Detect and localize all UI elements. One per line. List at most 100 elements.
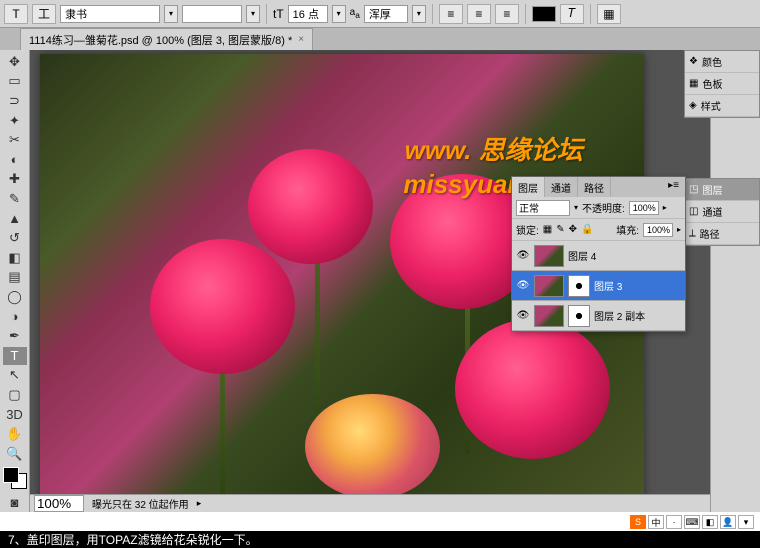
gradient-tool-icon[interactable]: ▤ bbox=[3, 269, 27, 287]
pen-tool-icon[interactable]: ✒ bbox=[3, 327, 27, 345]
ime-skin-icon[interactable]: ◧ bbox=[702, 515, 718, 529]
aa-label: aa bbox=[350, 7, 360, 20]
fill-label: 填充: bbox=[616, 222, 639, 237]
aa-dropdown-icon[interactable]: ▾ bbox=[412, 5, 426, 23]
layer-name: 图层 2 副本 bbox=[594, 308, 645, 323]
brush-tool-icon[interactable]: ✎ bbox=[3, 190, 27, 208]
layer-thumbnail[interactable] bbox=[534, 275, 564, 297]
layer-mask-thumbnail[interactable] bbox=[568, 305, 590, 327]
tab-channels[interactable]: 通道 bbox=[545, 177, 578, 197]
path-tool-icon[interactable]: ↖ bbox=[3, 367, 27, 385]
layers-panel-tabs: 图层 通道 路径 ▸≡ bbox=[512, 177, 685, 197]
character-panel-icon[interactable]: ▦ bbox=[597, 4, 621, 24]
lasso-tool-icon[interactable]: ⊃ bbox=[3, 92, 27, 110]
toolbox: ✥ ▭ ⊃ ✦ ✂ ◐ ✚ ✎ ▲ ↺ ◧ ▤ ◯ ◑ ✒ T ↖ ▢ 3D ✋… bbox=[0, 50, 30, 512]
lock-label: 锁定: bbox=[516, 222, 539, 237]
tab-paths[interactable]: 路径 bbox=[578, 177, 611, 197]
ime-tray-bar: S 中 · ⌨ ◧ 👤 ▾ bbox=[0, 512, 760, 532]
text-color-swatch[interactable] bbox=[532, 6, 556, 22]
quickmask-icon[interactable]: ◙ bbox=[3, 494, 27, 512]
layer-name: 图层 3 bbox=[594, 278, 622, 293]
lock-all-icon[interactable]: 🔒 bbox=[581, 224, 593, 235]
visibility-icon[interactable]: 👁 bbox=[516, 309, 530, 323]
panel-channels[interactable]: ◫ 通道 bbox=[685, 201, 759, 223]
layer-item[interactable]: 👁 图层 3 bbox=[512, 271, 685, 301]
image-content bbox=[150, 239, 295, 374]
panel-color[interactable]: ❖ 颜色 bbox=[685, 51, 759, 73]
foreground-color[interactable] bbox=[3, 467, 19, 483]
size-icon: tT bbox=[273, 7, 284, 21]
lock-transparency-icon[interactable]: ▦ bbox=[543, 224, 552, 235]
align-right-icon[interactable]: ≡ bbox=[495, 4, 519, 24]
document-tab[interactable]: 1114练习—雏菊花.psd @ 100% (图层 3, 图层蒙版/8) * × bbox=[20, 28, 313, 51]
panel-paths[interactable]: ⟂ 路径 bbox=[685, 223, 759, 245]
layer-name: 图层 4 bbox=[568, 248, 596, 263]
type-options-bar: T 工 ▾ ▾ tT ▾ aa ▾ ≡ ≡ ≡ 𝑇 ▦ bbox=[0, 0, 760, 28]
history-brush-icon[interactable]: ↺ bbox=[3, 229, 27, 247]
visibility-icon[interactable]: 👁 bbox=[516, 249, 530, 263]
style-dropdown-icon[interactable]: ▾ bbox=[246, 5, 260, 23]
blend-mode-select[interactable] bbox=[516, 200, 570, 216]
tool-preset-icon[interactable]: T bbox=[4, 4, 28, 24]
ime-keyboard-icon[interactable]: ⌨ bbox=[684, 515, 700, 529]
dodge-tool-icon[interactable]: ◑ bbox=[3, 308, 27, 326]
fill-input[interactable] bbox=[643, 223, 673, 237]
right-panel-group: ❖ 颜色 ▦ 色板 ◈ 样式 bbox=[684, 50, 760, 118]
ime-user-icon[interactable]: 👤 bbox=[720, 515, 736, 529]
tutorial-caption: 7、盖印图层，用TOPAZ滤镜给花朵锐化一下。 bbox=[0, 531, 760, 548]
color-picker[interactable] bbox=[3, 467, 27, 488]
right-panel-strip: » bbox=[710, 50, 760, 512]
move-tool-icon[interactable]: ✥ bbox=[3, 53, 27, 71]
hand-tool-icon[interactable]: ✋ bbox=[3, 425, 27, 443]
ime-menu-icon[interactable]: ▾ bbox=[738, 515, 754, 529]
eyedropper-tool-icon[interactable]: ◐ bbox=[3, 151, 27, 169]
align-center-icon[interactable]: ≡ bbox=[467, 4, 491, 24]
lock-position-icon[interactable]: ✥ bbox=[569, 224, 577, 235]
wand-tool-icon[interactable]: ✦ bbox=[3, 112, 27, 130]
opacity-input[interactable] bbox=[629, 201, 659, 215]
layer-thumbnail[interactable] bbox=[534, 305, 564, 327]
layer-item[interactable]: 👁 图层 2 副本 bbox=[512, 301, 685, 331]
tab-layers[interactable]: 图层 bbox=[512, 177, 545, 197]
font-dropdown-icon[interactable]: ▾ bbox=[164, 5, 178, 23]
3d-tool-icon[interactable]: 3D bbox=[3, 406, 27, 424]
document-tab-bar: 1114练习—雏菊花.psd @ 100% (图层 3, 图层蒙版/8) * × bbox=[0, 28, 760, 50]
anti-alias-select[interactable] bbox=[364, 5, 408, 23]
type-tool-icon[interactable]: T bbox=[3, 347, 27, 365]
lock-pixels-icon[interactable]: ✎ bbox=[556, 224, 564, 235]
crop-tool-icon[interactable]: ✂ bbox=[3, 131, 27, 149]
shape-tool-icon[interactable]: ▢ bbox=[3, 386, 27, 404]
ime-lang-icon[interactable]: 中 bbox=[648, 515, 664, 529]
size-dropdown-icon[interactable]: ▾ bbox=[332, 5, 346, 23]
close-icon[interactable]: × bbox=[298, 34, 304, 45]
eraser-tool-icon[interactable]: ◧ bbox=[3, 249, 27, 267]
layer-thumbnail[interactable] bbox=[534, 245, 564, 267]
ime-punct-icon[interactable]: · bbox=[666, 515, 682, 529]
layer-mask-thumbnail[interactable] bbox=[568, 275, 590, 297]
align-left-icon[interactable]: ≡ bbox=[439, 4, 463, 24]
heal-tool-icon[interactable]: ✚ bbox=[3, 171, 27, 189]
panel-swatches[interactable]: ▦ 色板 bbox=[685, 73, 759, 95]
image-content bbox=[220, 372, 225, 507]
stamp-tool-icon[interactable]: ▲ bbox=[3, 210, 27, 228]
warp-text-icon[interactable]: 𝑇 bbox=[560, 4, 584, 24]
blend-opacity-row: ▾ 不透明度: ▸ bbox=[512, 197, 685, 219]
blur-tool-icon[interactable]: ◯ bbox=[3, 288, 27, 306]
layers-panel: 图层 通道 路径 ▸≡ ▾ 不透明度: ▸ 锁定: ▦ ✎ ✥ 🔒 填充: ▸ … bbox=[511, 176, 686, 332]
font-family-select[interactable] bbox=[60, 5, 160, 23]
layer-item[interactable]: 👁 图层 4 bbox=[512, 241, 685, 271]
font-size-input[interactable] bbox=[288, 5, 328, 23]
panel-layers[interactable]: ◳ 图层 bbox=[685, 179, 759, 201]
orientation-icon[interactable]: 工 bbox=[32, 4, 56, 24]
image-content bbox=[248, 149, 373, 264]
zoom-input[interactable] bbox=[34, 495, 84, 512]
sogou-icon[interactable]: S bbox=[630, 515, 646, 529]
panel-styles[interactable]: ◈ 样式 bbox=[685, 95, 759, 117]
marquee-tool-icon[interactable]: ▭ bbox=[3, 73, 27, 91]
image-content bbox=[455, 319, 610, 459]
font-style-select[interactable] bbox=[182, 5, 242, 23]
panel-menu-icon[interactable]: ▸≡ bbox=[662, 177, 685, 197]
visibility-icon[interactable]: 👁 bbox=[516, 279, 530, 293]
zoom-tool-icon[interactable]: 🔍 bbox=[3, 445, 27, 463]
document-title: 1114练习—雏菊花.psd @ 100% (图层 3, 图层蒙版/8) * bbox=[29, 32, 292, 48]
